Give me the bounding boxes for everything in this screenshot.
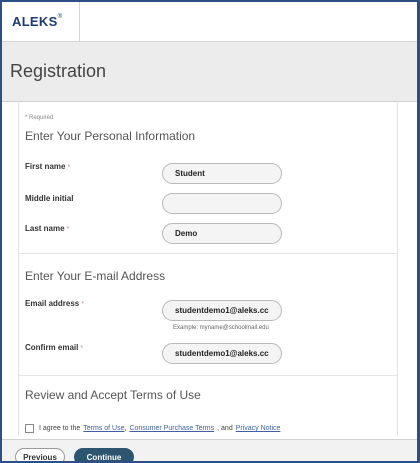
section-divider	[19, 253, 397, 254]
previous-button[interactable]: Previous	[15, 448, 65, 461]
registration-form: * Required Enter Your Personal Informati…	[18, 103, 398, 435]
first-name-input[interactable]	[162, 163, 282, 184]
page-header: Registration	[2, 42, 417, 102]
first-name-label: First name *	[25, 162, 70, 171]
required-note: * Required	[25, 115, 54, 121]
required-asterisk: *	[66, 226, 70, 233]
privacy-notice-link[interactable]: Privacy Notice	[236, 425, 281, 432]
email-label: Email address *	[25, 299, 84, 308]
terms-of-use-link[interactable]: Terms of Use	[83, 425, 124, 432]
terms-agreement: I agree to the Terms of Use , Consumer P…	[25, 424, 280, 433]
email-heading: Enter Your E-mail Address	[25, 269, 166, 283]
middle-initial-input[interactable]	[162, 193, 282, 214]
middle-initial-label: Middle initial	[25, 194, 74, 203]
required-asterisk: *	[81, 301, 84, 308]
footer-bar: Previous Continue	[2, 439, 417, 461]
logo-text: ALEKS	[12, 14, 58, 29]
continue-button[interactable]: Continue	[74, 448, 134, 461]
last-name-label: Last name *	[25, 224, 69, 233]
app-window: ALEKS® Registration * Required Enter You…	[0, 0, 420, 463]
terms-separator: ,	[124, 425, 127, 432]
email-label-text: Email address	[25, 299, 80, 308]
logo-cell: ALEKS®	[2, 2, 80, 41]
email-input[interactable]	[162, 300, 282, 321]
top-bar: ALEKS®	[2, 2, 417, 42]
confirm-email-label-text: Confirm email	[25, 343, 79, 352]
terms-checkbox[interactable]	[25, 424, 34, 433]
section-divider	[19, 375, 397, 376]
email-hint: Example: myname@schoolmail.edu	[173, 325, 269, 331]
terms-prefix: I agree to the	[39, 425, 81, 432]
terms-separator-and: , and	[217, 425, 233, 432]
required-asterisk: *	[67, 164, 71, 171]
consumer-purchase-terms-link[interactable]: Consumer Purchase Terms	[129, 425, 214, 432]
aleks-logo[interactable]: ALEKS®	[12, 14, 62, 29]
page-title: Registration	[10, 61, 107, 81]
last-name-label-text: Last name	[25, 224, 65, 233]
required-asterisk: *	[80, 345, 84, 352]
first-name-label-text: First name	[25, 162, 66, 171]
personal-info-heading: Enter Your Personal Information	[25, 129, 196, 143]
confirm-email-label: Confirm email *	[25, 343, 83, 352]
last-name-input[interactable]	[162, 223, 282, 244]
terms-heading: Review and Accept Terms of Use	[25, 388, 201, 402]
logo-mark: ®	[57, 14, 63, 20]
confirm-email-input[interactable]	[162, 343, 282, 364]
